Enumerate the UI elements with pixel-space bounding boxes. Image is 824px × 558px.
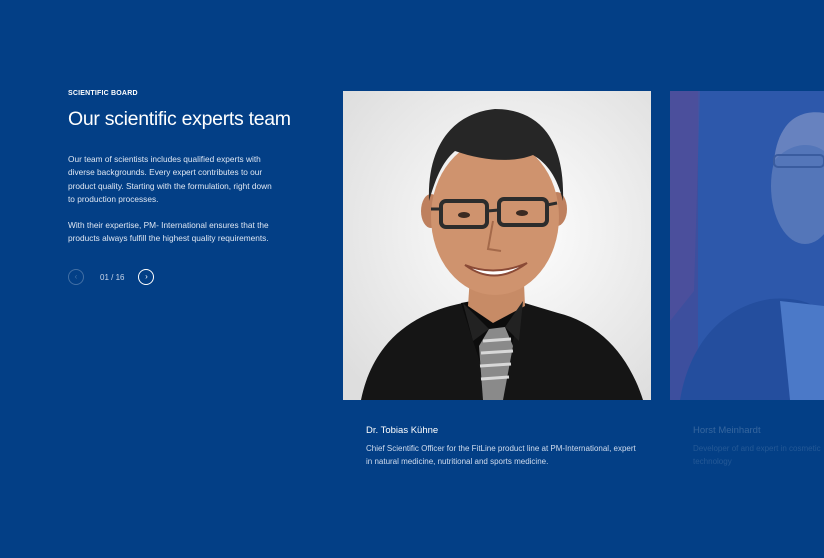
section-description: Our team of scientists includes qualifie… — [68, 154, 272, 204]
prev-button[interactable]: ‹ — [68, 269, 84, 285]
chevron-left-icon: ‹ — [74, 272, 78, 281]
section-description-quality: With their expertise, PM- International … — [68, 220, 269, 244]
chevron-right-icon: › — [145, 272, 148, 281]
expert-name: Horst Meinhardt — [693, 425, 761, 436]
next-button[interactable]: › — [138, 269, 155, 285]
expert-name: Dr. Tobias Kühne — [366, 425, 439, 436]
section-eyebrow: SCIENTIFIC BOARD — [68, 90, 138, 97]
expert-card[interactable]: Horst Meinhardt Developer of and expert … — [670, 91, 824, 466]
section-title: Our scientific experts team — [68, 108, 291, 130]
expert-role: Developer of and expert in cosmetic tech… — [693, 444, 821, 466]
expert-card[interactable]: Dr. Tobias Kühne Chief Scientific Office… — [343, 91, 651, 466]
expert-photo — [670, 91, 824, 400]
expert-photo — [343, 91, 651, 400]
expert-role: Chief Scientific Officer for the FitLine… — [366, 444, 636, 466]
slider-pager: ‹ 01 / 16 › — [68, 268, 155, 286]
slide-counter: 01 / 16 — [100, 272, 125, 282]
